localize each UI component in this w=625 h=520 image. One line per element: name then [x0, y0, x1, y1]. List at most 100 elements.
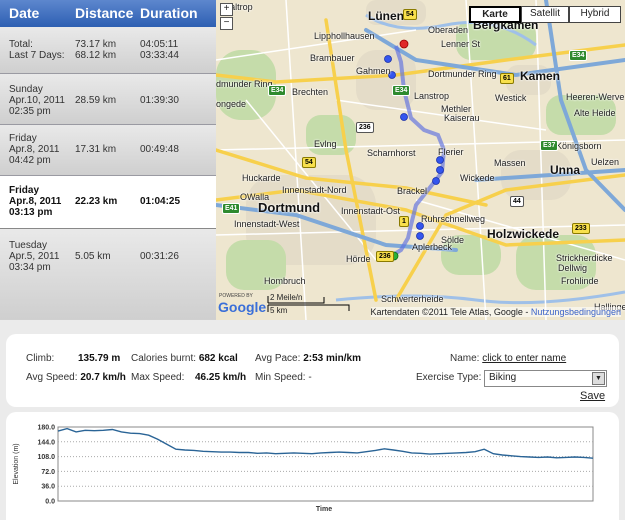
activity-row[interactable]: Friday Apr.8, 2011 04:42 pm 17.31 km 00:… — [0, 125, 216, 176]
exercise-type-value: Biking — [489, 372, 517, 383]
place-label: Westick — [495, 93, 527, 103]
climb-value: 135.79 m — [78, 353, 121, 364]
route-map[interactable]: Waltrop Lünen Lipphollhausen Oberaden Be… — [216, 0, 625, 320]
x-axis-label: Time — [316, 506, 332, 513]
place-label: Königsborn — [556, 141, 602, 151]
place-label: Lenner St — [441, 39, 481, 49]
activity-date: Apr.8, 2011 — [9, 144, 60, 155]
header-distance[interactable]: Distance — [75, 5, 133, 21]
place-label: Brambauer — [310, 53, 355, 63]
road-shield: 236 — [376, 251, 394, 262]
zoom-in-button[interactable]: + — [220, 3, 233, 16]
activity-duration: 00:49:48 — [140, 144, 179, 155]
chevron-down-icon[interactable]: ▼ — [592, 372, 605, 385]
road-shield: 54 — [403, 9, 417, 20]
activity-day: Sunday — [9, 84, 43, 95]
name-link[interactable]: click to enter name — [482, 353, 566, 364]
place-label: Scharnhorst — [367, 148, 416, 158]
totals-row: Total: Last 7 Days: 73.17 km 68.12 km 04… — [0, 27, 216, 74]
avg-speed-value: 20.7 km/h — [80, 372, 126, 383]
y-tick-label: 108.0 — [37, 454, 55, 461]
road-shield: 236 — [356, 122, 374, 133]
min-speed-value: - — [308, 372, 312, 383]
road-shield: E41 — [222, 203, 241, 214]
place-label: Flerier — [438, 147, 464, 157]
last7-distance: 68.12 km — [75, 50, 117, 61]
activity-row-selected[interactable]: Friday Apr.8, 2011 03:13 pm 22.23 km 01:… — [0, 176, 216, 229]
avg-pace-label: Avg Pace: — [255, 353, 301, 364]
activity-row[interactable]: Tuesday Apr.5, 2011 03:34 pm 5.05 km 00:… — [0, 229, 216, 319]
road-shield: 1 — [399, 216, 409, 227]
max-speed-value: 46.25 km/h — [195, 372, 247, 383]
header-duration[interactable]: Duration — [140, 5, 198, 21]
terms-link[interactable]: Nutzungsbedingungen — [531, 307, 621, 317]
activity-date: Apr.8, 2011 — [9, 196, 62, 207]
activity-day: Tuesday — [9, 240, 47, 251]
activity-time: 03:13 pm — [9, 207, 53, 218]
city-label: Holzwickede — [487, 227, 560, 241]
calories-value: 682 kcal — [198, 353, 238, 364]
exercise-type-select[interactable]: Biking ▼ — [484, 370, 607, 387]
min-speed-label: Min Speed: — [255, 372, 306, 383]
totals-distance: 73.17 km — [75, 39, 117, 50]
place-label: Brechten — [292, 87, 329, 97]
activity-duration: 01:04:25 — [140, 196, 181, 207]
stats-panel: Climb: 135.79 m Calories burnt: 682 kcal… — [6, 334, 619, 407]
road-shield: 44 — [510, 196, 524, 207]
save-link[interactable]: Save — [580, 390, 605, 402]
plot-area — [57, 426, 594, 502]
name-label: Name: — [450, 353, 480, 364]
totals-label-7days: Last 7 Days: — [9, 50, 65, 61]
activity-distance: 28.59 km — [75, 95, 117, 106]
activity-row[interactable]: Sunday Apr.10, 2011 02:35 pm 28.59 km 01… — [0, 74, 216, 125]
place-label: Ruhrschnellweg — [421, 214, 486, 224]
city-label: Unna — [550, 163, 580, 177]
activity-time: 02:35 pm — [9, 106, 51, 117]
map-type-satellit[interactable]: Satellit — [521, 6, 569, 23]
place-label: Brackel — [397, 186, 428, 196]
activity-duration: 01:39:30 — [140, 95, 179, 106]
place-label: Evlng — [314, 139, 337, 149]
place-label: Frohlinde — [561, 276, 599, 286]
exercise-type-label: Exercise Type: — [416, 372, 482, 383]
avg-pace-value: 2:53 min/km — [303, 353, 361, 364]
activity-distance: 17.31 km — [75, 144, 117, 155]
calories-label: Calories burnt: — [131, 353, 197, 364]
place-label: Lipphollhausen — [314, 31, 375, 41]
road-shield: E34 — [569, 50, 588, 61]
scale-miles: 2 Meile/n — [270, 293, 303, 302]
y-ticks: 180.0 144.0 108.0 72.0 36.0 0.0 — [37, 425, 55, 506]
google-logo[interactable]: Google — [218, 299, 266, 315]
elevation-chart-panel: 180.0 144.0 108.0 72.0 36.0 0.0 Elevation (m)… — [6, 412, 619, 520]
place-label: Innenstadt-West — [234, 219, 300, 229]
header-date[interactable]: Date — [9, 5, 39, 21]
map-type-hybrid[interactable]: Hybrid — [569, 6, 621, 23]
y-tick-label: 72.0 — [41, 469, 55, 476]
zoom-out-button[interactable]: − — [220, 17, 233, 30]
road-shield: E37 — [540, 140, 559, 151]
place-label: Huckarde — [242, 173, 281, 183]
activity-time: 03:34 pm — [9, 262, 51, 273]
totals-label-total: Total: — [9, 39, 33, 50]
activity-distance: 22.23 km — [75, 196, 118, 207]
place-label: Dellwig — [558, 263, 588, 273]
last7-duration: 03:33:44 — [140, 50, 179, 61]
place-label: Innenstadt-Ost — [341, 206, 401, 216]
zoom-control: + − — [220, 3, 233, 31]
place-label: Schwerterheide — [381, 294, 444, 304]
activity-duration: 00:31:26 — [140, 251, 179, 262]
activity-date: Apr.10, 2011 — [9, 95, 65, 106]
y-tick-label: 180.0 — [37, 425, 55, 432]
avg-speed-label: Avg Speed: — [26, 372, 78, 383]
y-tick-label: 0.0 — [45, 499, 55, 506]
road-shield: 54 — [302, 157, 316, 168]
place-label: Aplerbeck — [412, 242, 453, 252]
road-shield: 61 — [500, 73, 514, 84]
map-type-karte[interactable]: Karte — [469, 6, 521, 23]
activity-day: Friday — [9, 185, 40, 196]
map-type-control: Karte Satellit Hybrid — [469, 6, 621, 23]
place-label: Hörde — [346, 254, 371, 264]
road-shield: 233 — [572, 223, 590, 234]
activity-time: 04:42 pm — [9, 155, 51, 166]
activity-date: Apr.5, 2011 — [9, 251, 60, 262]
